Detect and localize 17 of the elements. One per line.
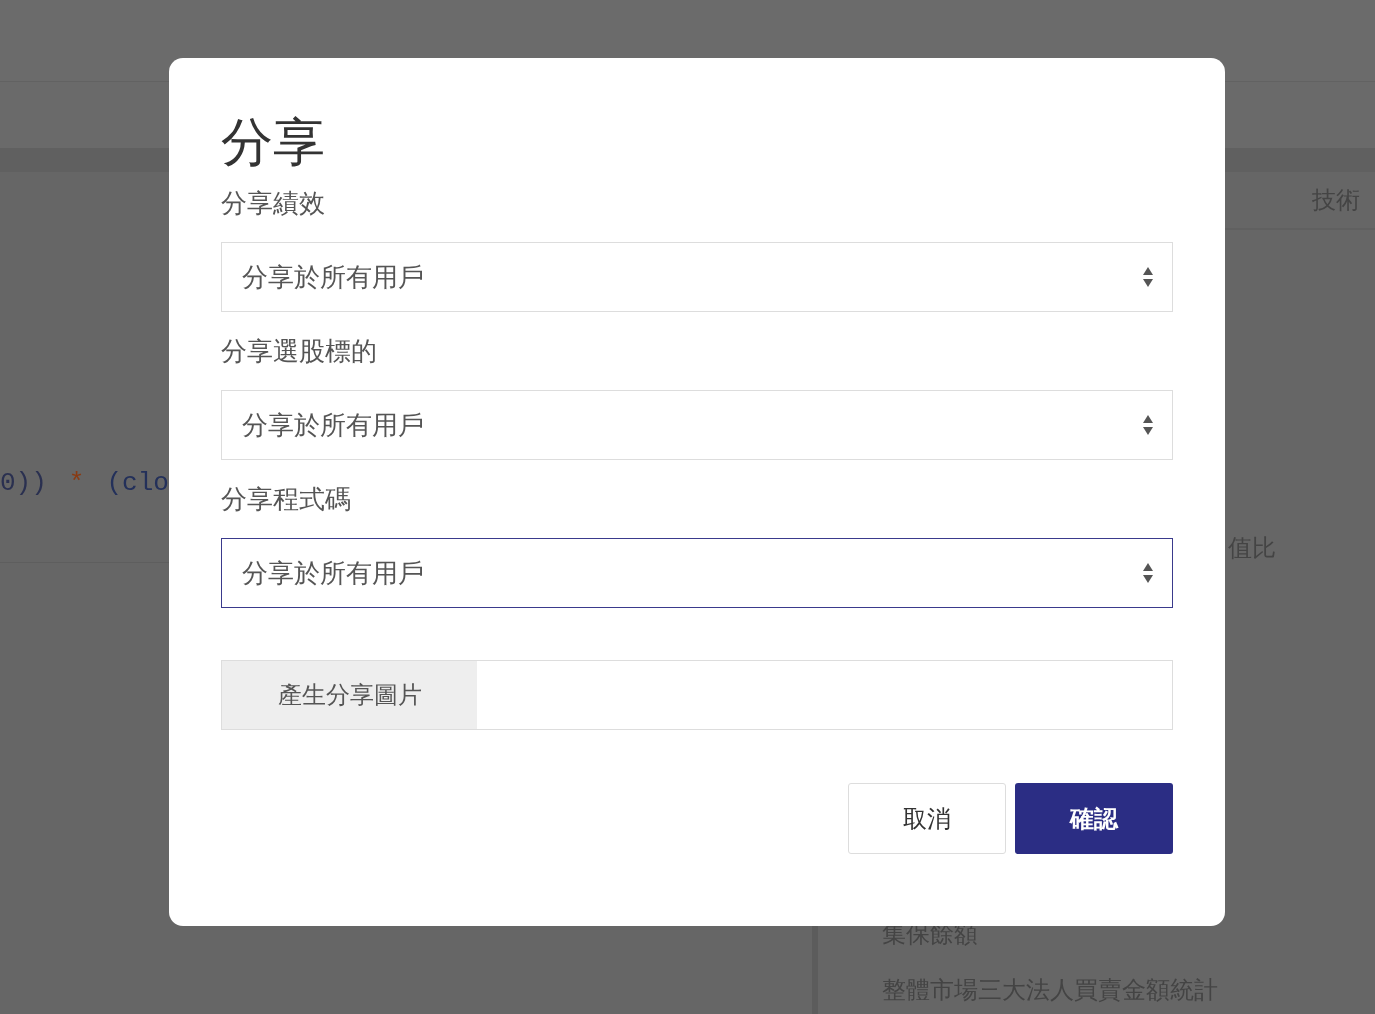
- code-token: *: [68, 468, 85, 500]
- sort-arrows-icon: [1142, 266, 1154, 288]
- field-label: 分享程式碼: [221, 484, 351, 514]
- cancel-button[interactable]: 取消: [848, 783, 1006, 854]
- file-field[interactable]: 產生分享圖片: [221, 660, 1173, 730]
- field-label: 分享選股標的: [221, 336, 377, 366]
- select-field[interactable]: 分享於所有用戶: [221, 390, 1173, 460]
- sort-arrows-icon: [1142, 414, 1154, 436]
- sort-arrows-icon: [1142, 562, 1154, 584]
- code-token: (clo: [106, 468, 169, 500]
- select-field[interactable]: 分享於所有用戶: [221, 538, 1173, 608]
- generate-image-button[interactable]: 產生分享圖片: [222, 661, 477, 729]
- select-field[interactable]: 分享於所有用戶: [221, 242, 1173, 312]
- field-label: 分享績效: [221, 188, 325, 218]
- code-token: 0)): [0, 468, 47, 500]
- confirm-button[interactable]: 確認: [1015, 783, 1173, 854]
- dialog-title: 分享: [221, 111, 325, 174]
